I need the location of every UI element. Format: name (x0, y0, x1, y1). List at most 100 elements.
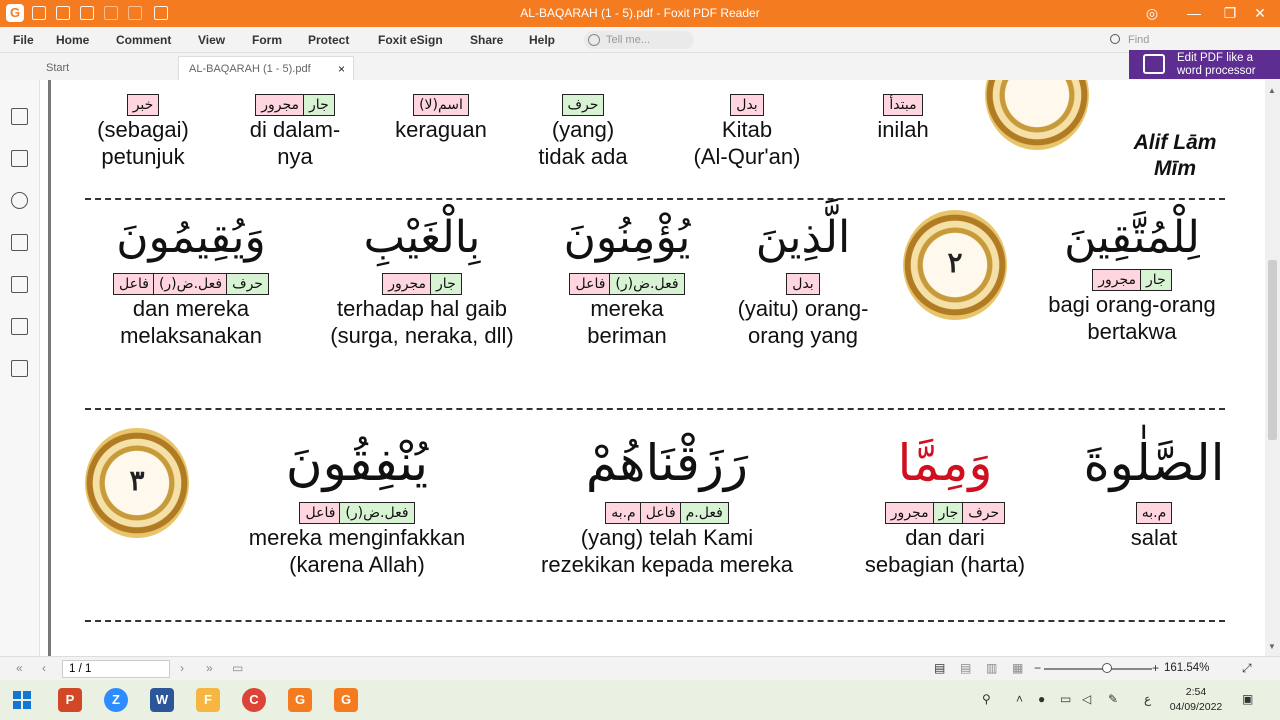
first-page-icon[interactable]: « (16, 661, 23, 675)
volume-icon[interactable]: ◁ (1082, 692, 1091, 706)
title-bar: G AL-BAQARAH (1 - 5).pdf - Foxit PDF Rea… (0, 0, 1280, 27)
microphone-icon[interactable]: ● (1038, 692, 1045, 706)
view-mode-icon[interactable]: ▭ (232, 661, 243, 675)
prev-page-icon[interactable]: ‹ (42, 661, 46, 675)
gloss-line: (yang) telah Kami (580, 525, 754, 550)
page-number: 1 / 1 (69, 663, 92, 675)
pages-icon[interactable] (11, 150, 28, 167)
menu-foxit-esign[interactable]: Foxit eSign (378, 33, 443, 47)
attachment-icon[interactable] (11, 276, 28, 293)
scroll-up-icon[interactable]: ▲ (1268, 86, 1276, 95)
pen-icon[interactable]: ✎ (1108, 692, 1118, 706)
gloss-line: dan dari (905, 525, 985, 550)
chrome-icon[interactable]: C (242, 688, 266, 712)
gloss-line: inilah (877, 117, 929, 142)
word-cell: بدل Kitab (Al-Qur'an) (671, 94, 823, 170)
grammar-tag: فاعل (639, 502, 682, 524)
word-cell: بِالْغَيْبِ مجرور جار terhadap hal gaib (… (309, 212, 535, 349)
scroll-down-icon[interactable]: ▼ (1268, 642, 1276, 651)
word-cell: يُنْفِقُونَ فاعل فعل.ض(ر) mereka menginfa… (219, 434, 495, 578)
tell-me-placeholder: Tell me... (606, 34, 651, 46)
single-page-icon[interactable]: ▤ (934, 661, 945, 675)
row-separator (85, 408, 1225, 410)
scroll-thumb[interactable] (1268, 260, 1277, 440)
grammar-tag: جار (932, 502, 965, 524)
document-view[interactable]: خبر (sebagai) petunjuk مجرور جار di dalam… (41, 80, 1265, 656)
gloss-line: (surga, neraka, dll) (330, 323, 514, 348)
zoom-app-icon[interactable]: Z (104, 688, 128, 712)
gloss-line: keraguan (395, 117, 487, 142)
powerpoint-icon[interactable]: P (58, 688, 82, 712)
people-icon[interactable]: ⚲ (982, 692, 991, 706)
battery-icon[interactable]: ▭ (1060, 692, 1071, 706)
close-tab-icon[interactable]: × (338, 57, 345, 81)
tell-me-input[interactable]: Tell me... (584, 31, 694, 49)
menu-share[interactable]: Share (470, 33, 503, 47)
window-title: AL-BAQARAH (1 - 5).pdf - Foxit PDF Reade… (520, 6, 760, 20)
grammar-tag: مجرور (884, 502, 935, 524)
menu-view[interactable]: View (198, 33, 225, 47)
gloss-line: (sebagai) (97, 117, 189, 142)
gloss-line: mereka (590, 296, 664, 321)
find-input[interactable]: Find (1104, 31, 1234, 49)
foxit-app-icon-2[interactable]: G (334, 688, 358, 712)
word-cell: لِلْمُتَّقِينَ مجرور جار bagi orang-orang… (1027, 212, 1237, 345)
menu-protect[interactable]: Protect (308, 33, 349, 47)
gloss-line: di dalam- (249, 117, 341, 142)
continuous-facing-icon[interactable]: ▦ (1012, 661, 1023, 675)
language-icon[interactable]: ع (1144, 692, 1151, 706)
foxit-app-icon[interactable]: G (288, 688, 312, 712)
chevron-up-icon[interactable]: ˄ (1016, 692, 1023, 706)
clock[interactable]: 2:54 04/09/2022 (1168, 685, 1224, 715)
word-cell: وَيُقِيمُونَ فاعل فعل.ض(ر) حرف dan mereka … (81, 212, 301, 349)
grammar-tag: فعل.ض(ر) (609, 273, 685, 295)
next-page-icon[interactable]: › (180, 661, 184, 675)
account-icon[interactable]: ◎ (1132, 0, 1172, 27)
zoom-slider[interactable] (1044, 668, 1152, 670)
gloss-line: melaksanakan (120, 323, 262, 348)
zoom-in-icon[interactable]: + (1152, 661, 1159, 675)
fullscreen-icon[interactable]: ⤢ (1242, 661, 1252, 676)
menu-file[interactable]: File (13, 33, 34, 47)
verse-number: ٢ (947, 246, 963, 279)
windows-start-icon[interactable] (13, 691, 31, 709)
notifications-icon[interactable]: ▣ (1242, 692, 1253, 706)
minimize-button[interactable]: — (1174, 0, 1214, 27)
menu-help[interactable]: Help (529, 33, 555, 47)
verse-number-medallion: ٢ (903, 210, 1007, 320)
facing-icon[interactable]: ▥ (986, 661, 997, 675)
page-number-input[interactable]: 1 / 1 (62, 660, 170, 678)
clock-date: 04/09/2022 (1169, 701, 1223, 713)
word-cell: يُؤْمِنُونَ فاعل فعل.ض(ر) mereka beriman (541, 212, 713, 349)
bookmark-icon[interactable] (11, 108, 28, 125)
signature-icon[interactable] (11, 360, 28, 377)
zoom-slider-knob[interactable] (1102, 663, 1112, 673)
close-button[interactable]: ✕ (1240, 0, 1280, 27)
gloss-line: bagi orang-orang (1048, 292, 1216, 317)
zoom-level[interactable]: 161.54% (1164, 662, 1209, 674)
tab-start[interactable]: Start (36, 56, 176, 80)
gloss-line: petunjuk (101, 144, 185, 169)
comments-icon[interactable] (11, 192, 28, 209)
zoom-out-icon[interactable]: − (1034, 661, 1041, 675)
gloss-line: orang yang (747, 323, 859, 348)
tab-document[interactable]: AL-BAQARAH (1 - 5).pdf × (178, 56, 354, 80)
gloss-line: tidak ada (538, 144, 628, 169)
edit-pdf-promo[interactable]: Edit PDF like a word processor (1129, 50, 1280, 79)
tab-label: AL-BAQARAH (1 - 5).pdf (189, 63, 311, 75)
word-cell: الَّذِينَ بدل (yaitu) orang- orang yang (721, 212, 885, 349)
file-explorer-icon[interactable]: F (196, 688, 220, 712)
gloss-line: dan mereka (132, 296, 250, 321)
menu-form[interactable]: Form (252, 33, 282, 47)
last-page-icon[interactable]: » (206, 661, 213, 675)
grammar-tag: مبتدأ (883, 94, 923, 116)
layers-icon[interactable] (11, 234, 28, 251)
menu-comment[interactable]: Comment (116, 33, 171, 47)
gloss-line: Alif Lām (1133, 131, 1217, 154)
gloss-line: (Al-Qur'an) (693, 144, 801, 169)
security-icon[interactable] (11, 318, 28, 335)
menu-home[interactable]: Home (56, 33, 89, 47)
vertical-scrollbar[interactable]: ▲ ▼ (1265, 80, 1280, 656)
continuous-icon[interactable]: ▤ (960, 661, 971, 675)
word-icon[interactable]: W (150, 688, 174, 712)
